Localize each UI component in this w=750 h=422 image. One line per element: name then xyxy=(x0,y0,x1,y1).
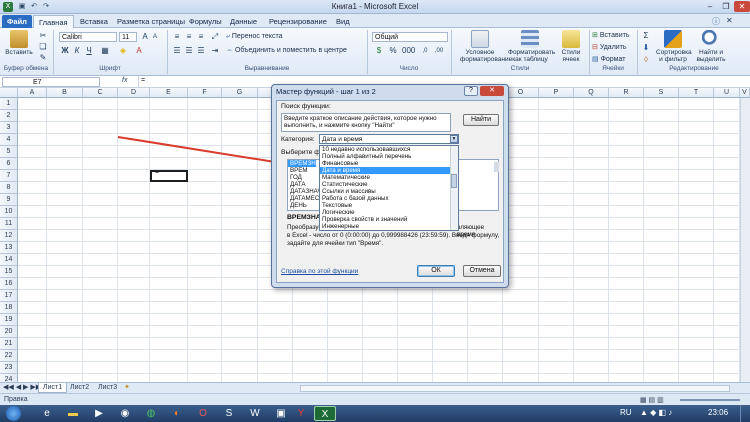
dialog-body: Поиск функции: Введите краткое описание … xyxy=(276,100,504,283)
status-bar: Правка ▦ ▤ ▥ xyxy=(0,393,750,405)
ie-icon[interactable]: e xyxy=(36,406,58,421)
sheet-tab-3[interactable]: Лист3 xyxy=(94,383,121,393)
firefox-icon[interactable]: ◐ xyxy=(166,406,188,421)
status-mode: Правка xyxy=(4,396,28,403)
yandex-icon[interactable]: Y xyxy=(290,406,312,421)
media-player-icon[interactable]: ▶ xyxy=(88,406,110,421)
description-line1: Преобразуе xyxy=(287,224,322,231)
category-option[interactable]: Инженерные xyxy=(320,223,458,230)
function-item[interactable]: ДЕНЬ xyxy=(288,202,316,209)
sheet-tab-1[interactable]: Лист1 xyxy=(38,383,68,393)
category-option[interactable]: Работа с базой данных xyxy=(320,195,458,202)
show-desktop-button[interactable] xyxy=(740,405,750,422)
language-indicator[interactable]: RU xyxy=(620,408,632,417)
function-item[interactable]: ГОД xyxy=(288,174,316,181)
start-button[interactable] xyxy=(6,406,21,421)
dialog-title: Мастер функций - шаг 1 из 2 xyxy=(276,87,376,96)
dialog-close-button[interactable]: ✕ xyxy=(480,86,504,96)
search-input[interactable]: Введите краткое описание действия, котор… xyxy=(281,113,451,132)
word-icon[interactable]: W xyxy=(244,406,266,421)
category-option[interactable]: Логические xyxy=(320,209,458,216)
function-wizard-dialog: Мастер функций - шаг 1 из 2 ? ✕ Поиск фу… xyxy=(271,84,509,288)
opera-icon[interactable]: O xyxy=(192,406,214,421)
category-options: 10 недавно использовавшихся Полный алфави… xyxy=(320,146,458,230)
explorer-icon[interactable]: ▬ xyxy=(62,406,84,421)
dropdown-scroll-thumb[interactable] xyxy=(451,174,457,188)
tray-icons[interactable]: ▲ ◆ ◧ ♪ xyxy=(640,408,672,417)
category-option[interactable]: Статистические xyxy=(320,181,458,188)
category-option[interactable]: 10 недавно использовавшихся xyxy=(320,146,458,153)
sheet-tab-2[interactable]: Лист2 xyxy=(66,383,93,393)
new-sheet-icon[interactable]: ✦ xyxy=(124,383,130,391)
category-select[interactable]: Дата и время xyxy=(319,134,459,144)
horizontal-scrollbar[interactable] xyxy=(300,385,730,392)
category-dropdown-list[interactable]: 10 недавно использовавшихся Полный алфави… xyxy=(319,145,459,231)
category-label: Категория: xyxy=(281,136,315,143)
function-item[interactable]: ДАТАЗНАЧ xyxy=(288,188,321,195)
category-option[interactable]: Ссылки и массивы xyxy=(320,188,458,195)
app-icon[interactable]: ◉ xyxy=(114,406,136,421)
sheet-tabs-bar: ◀◀ ◀ ▶ ▶▶ Лист1 Лист2 Лист3 ✦ xyxy=(0,382,750,393)
chevron-down-icon[interactable]: ▼ xyxy=(450,135,458,143)
sheet-nav-icon[interactable]: ◀◀ ◀ ▶ ▶▶ xyxy=(3,383,41,391)
category-option[interactable]: Проверка свойств и значений xyxy=(320,216,458,223)
dropdown-scrollbar[interactable] xyxy=(450,146,458,230)
category-option[interactable]: Финансовые xyxy=(320,160,458,167)
category-option[interactable]: Дата и время xyxy=(320,167,458,174)
skype-icon[interactable]: S xyxy=(218,406,240,421)
function-item[interactable]: ВРЕМ xyxy=(288,167,316,174)
category-option[interactable]: Текстовые xyxy=(320,202,458,209)
help-link[interactable]: Справка по этой функции xyxy=(281,268,358,275)
search-label: Поиск функции: xyxy=(281,103,331,110)
function-item[interactable]: ДАТА xyxy=(288,181,316,188)
taskbar: e ▬ ▶ ◉ ◍ ◐ O S W ▣ Y X RU ▲ ◆ ◧ ♪ 23:06 xyxy=(0,405,750,422)
photo-icon[interactable]: ▣ xyxy=(270,406,292,421)
category-option[interactable]: Математические xyxy=(320,174,458,181)
function-item[interactable]: ДАТАМЕС xyxy=(288,195,319,202)
function-list-scrollbar[interactable] xyxy=(494,162,499,172)
description-line3: задайте для ячейки тип "Время". xyxy=(287,240,384,247)
chrome-icon[interactable]: ◍ xyxy=(140,406,162,421)
ok-button[interactable]: ОК xyxy=(417,265,455,277)
clock: 23:06 xyxy=(708,408,729,417)
cancel-button[interactable]: Отмена xyxy=(463,265,501,277)
help-icon[interactable]: ? xyxy=(464,86,478,96)
zoom-slider[interactable] xyxy=(680,399,740,401)
view-buttons[interactable]: ▦ ▤ ▥ xyxy=(640,396,664,404)
category-option[interactable]: Полный алфавитный перечень xyxy=(320,153,458,160)
excel-taskbar-icon[interactable]: X xyxy=(314,406,336,421)
find-button[interactable]: Найти xyxy=(463,114,499,126)
choose-function-label: Выберите ф xyxy=(281,149,320,156)
description-line2: в Excel - число от 0 (0:00:00) до 0,9999… xyxy=(287,232,500,239)
function-item[interactable]: ВРЕМЗНАЧ xyxy=(288,160,324,167)
